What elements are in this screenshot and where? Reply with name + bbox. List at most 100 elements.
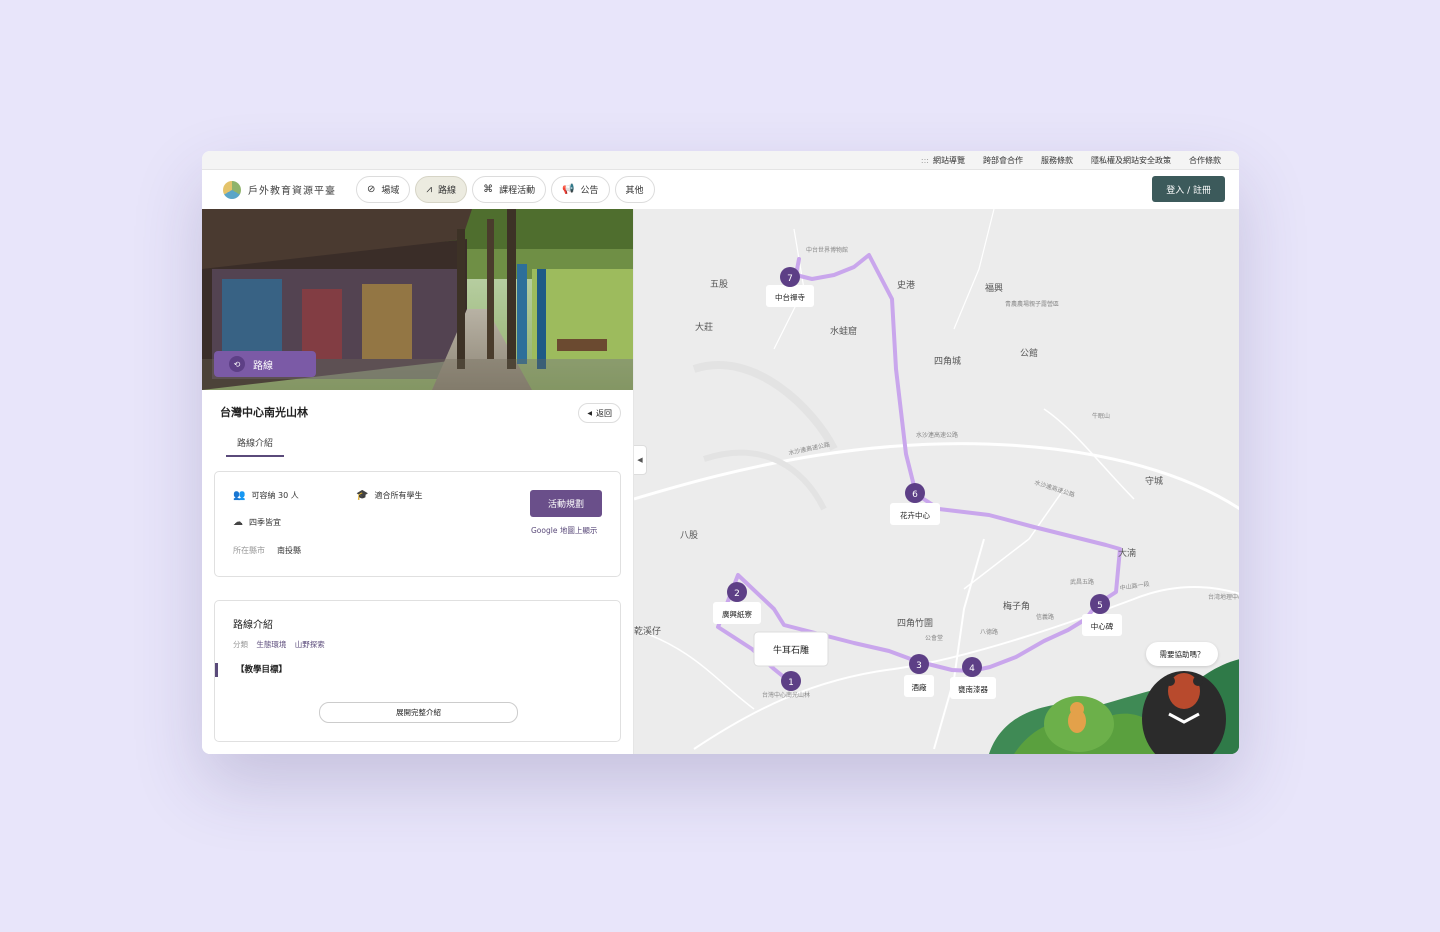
stop-4-label: 甕南漆器 [958,684,988,694]
stop-1-label: 牛耳石雕 [773,644,809,656]
trend-icon: ⩘ [426,184,433,195]
map-label-bagu: 八股 [680,530,698,541]
stop-5-label: 中心碑 [1091,621,1114,631]
map-minor-bade: 八德路 [980,628,998,636]
nav-route-label: 路線 [438,186,457,196]
logo-icon [223,180,241,199]
activity-plan-button[interactable]: 活動規劃 [530,490,602,517]
map-minor-geocenter: 台湾地理中心碑 [1208,593,1239,601]
map-label-wugu: 五股 [710,279,728,290]
route-intro-card: 路線介紹 分類 生態環境 山野探索 【教學目標】 展開完整介紹 [214,600,621,742]
utility-bar: ::: 網站導覽 跨部會合作 服務條款 隱私權及網站安全政策 合作條款 [202,151,1239,170]
utility-link-privacy[interactable]: 隱私權及網站安全政策 [1091,155,1171,166]
route-badge-icon: ⟲ [229,356,245,372]
stop-2-label: 廣興紙寮 [722,609,752,619]
route-badge: ⟲ 路線 [214,351,316,377]
login-button[interactable]: 登入 / 註冊 [1152,176,1225,202]
county-label: 所在縣市 [233,546,265,555]
utility-link-cooperation[interactable]: 跨部會合作 [983,155,1023,166]
map-label-sijiaozhuwei: 四角竹圍 [897,617,933,629]
map-minor-highway-2: 水沙連高速公路 [916,431,958,439]
map-label-shigang: 史港 [897,279,915,291]
app-window: ::: 網站導覽 跨部會合作 服務條款 隱私權及網站安全政策 合作條款 戶外教育… [202,151,1239,754]
category-tag-ecology[interactable]: 生態環境 [256,640,286,649]
back-button-label: 返回 [596,408,612,418]
map-label-dazhuang: 大莊 [695,321,713,333]
map-label-qianxizai: 乾溪仔 [634,625,661,637]
category-row: 分類 生態環境 山野探索 [233,639,331,650]
intro-title: 路線介紹 [233,620,273,631]
audience-text: 適合所有學生 [374,491,423,500]
text-fade [215,677,620,701]
map-label-gongguan: 公館 [1020,347,1038,359]
compass-icon: ⊘ [367,184,376,195]
stop-5-number: 5 [1097,601,1103,611]
caret-left-icon: ◀ [587,409,592,417]
season-info: ☁ 四季皆宜 [233,517,281,528]
map-minor-hall: 公會堂 [925,634,943,642]
nav-other[interactable]: 其他 [614,176,655,203]
content-area: ⟲ 路線 台灣中心南光山林 ◀ 返回 路線介紹 👥 可容納 30 人 🎓 適合所… [202,209,1239,754]
utility-link-sitemap[interactable]: 網站導覽 [933,155,965,166]
nav-venue[interactable]: ⊘ 場域 [356,176,411,203]
site-logo[interactable]: 戶外教育資源平臺 [223,180,336,199]
nav-activities-label: 課程活動 [499,186,536,196]
utility-link-partner-terms[interactable]: 合作條款 [1189,155,1221,166]
google-map-link[interactable]: Google 地圖上顯示 [531,525,597,536]
map-minor-wuchang: 武昌五路 [1070,578,1094,586]
audience-info: 🎓 適合所有學生 [356,490,422,501]
route-badge-label: 路線 [253,360,273,372]
hero-photo: ⟲ 路線 [202,209,633,390]
expand-intro-button[interactable]: 展開完整介紹 [319,702,518,723]
nav-other-label: 其他 [625,186,644,196]
route-map[interactable]: 五股 大莊 史港 福興 水蛙窟 四角城 公館 守城 八股 乾溪仔 四角竹圍 梅子… [634,209,1239,754]
county-value: 南投縣 [277,546,301,555]
page-title: 台灣中心南光山林 [220,406,308,419]
nav-announcements-label: 公告 [580,186,599,196]
map-canvas[interactable]: 五股 大莊 史港 福興 水蛙窟 四角城 公館 守城 八股 乾溪仔 四角竹圍 梅子… [634,209,1239,754]
map-label-sijiaocheng: 四角城 [934,355,961,367]
county-info: 所在縣市 南投縣 [233,545,301,556]
tab-bar: 路線介紹 [202,428,633,458]
map-label-fuxing: 福興 [985,282,1003,294]
map-minor-museum: 中台世界博物館 [806,246,848,254]
route-detail-panel: ⟲ 路線 台灣中心南光山林 ◀ 返回 路線介紹 👥 可容納 30 人 🎓 適合所… [202,209,634,754]
grid-icon: ::: [920,155,929,165]
utility-link-terms[interactable]: 服務條款 [1041,155,1073,166]
capacity-text: 可容納 30 人 [251,491,299,500]
teaching-goal-heading: 【教學目標】 [215,663,287,677]
season-text: 四季皆宜 [249,518,281,527]
stop-4-number: 4 [969,664,975,674]
map-minor-xinyi: 信義路 [1036,613,1054,621]
map-label-danan: 大湳 [1118,547,1136,559]
graduation-cap-icon: 🎓 [356,490,369,501]
capacity-info: 👥 可容納 30 人 [233,490,299,501]
nav-activities[interactable]: ⌘ 課程活動 [472,176,547,203]
stop-7-label: 中台禪寺 [775,292,805,302]
tab-route-intro[interactable]: 路線介紹 [226,436,285,457]
nav-route[interactable]: ⩘ 路線 [415,176,468,203]
command-icon: ⌘ [483,184,494,195]
map-label-meizijiao: 梅子角 [1003,600,1030,612]
back-button[interactable]: ◀ 返回 [578,403,621,423]
map-label-shuiwaku: 水蛙窟 [830,325,857,337]
main-navbar: 戶外教育資源平臺 ⊘ 場域 ⩘ 路線 ⌘ 課程活動 📢 公告 其他 登入 / 註… [202,170,1239,210]
title-row: 台灣中心南光山林 ◀ 返回 [202,390,633,428]
collapse-panel-button[interactable]: ◀ [634,445,647,475]
map-minor-camp: 青農農場親子露營區 [1005,300,1059,308]
cloud-icon: ☁ [233,517,243,528]
help-button[interactable]: 需要協助嗎？ [1146,642,1218,666]
caret-left-icon: ◀ [637,456,643,464]
stop-6-label: 花卉中心 [900,510,930,520]
stop-6-number: 6 [912,490,918,500]
people-icon: 👥 [233,490,246,501]
map-minor-nanguang: 台灣中心南光山林 [762,691,810,699]
stop-3-label: 酒廠 [912,682,927,692]
nav-announcements[interactable]: 📢 公告 [551,176,610,203]
logo-text: 戶外教育資源平臺 [248,186,336,197]
category-tag-mountain[interactable]: 山野探索 [295,640,325,649]
map-minor-niumianshan: 牛眠山 [1092,412,1110,420]
category-label: 分類 [233,640,248,649]
stop-1-number: 1 [788,678,794,688]
stop-3-number: 3 [916,661,922,671]
